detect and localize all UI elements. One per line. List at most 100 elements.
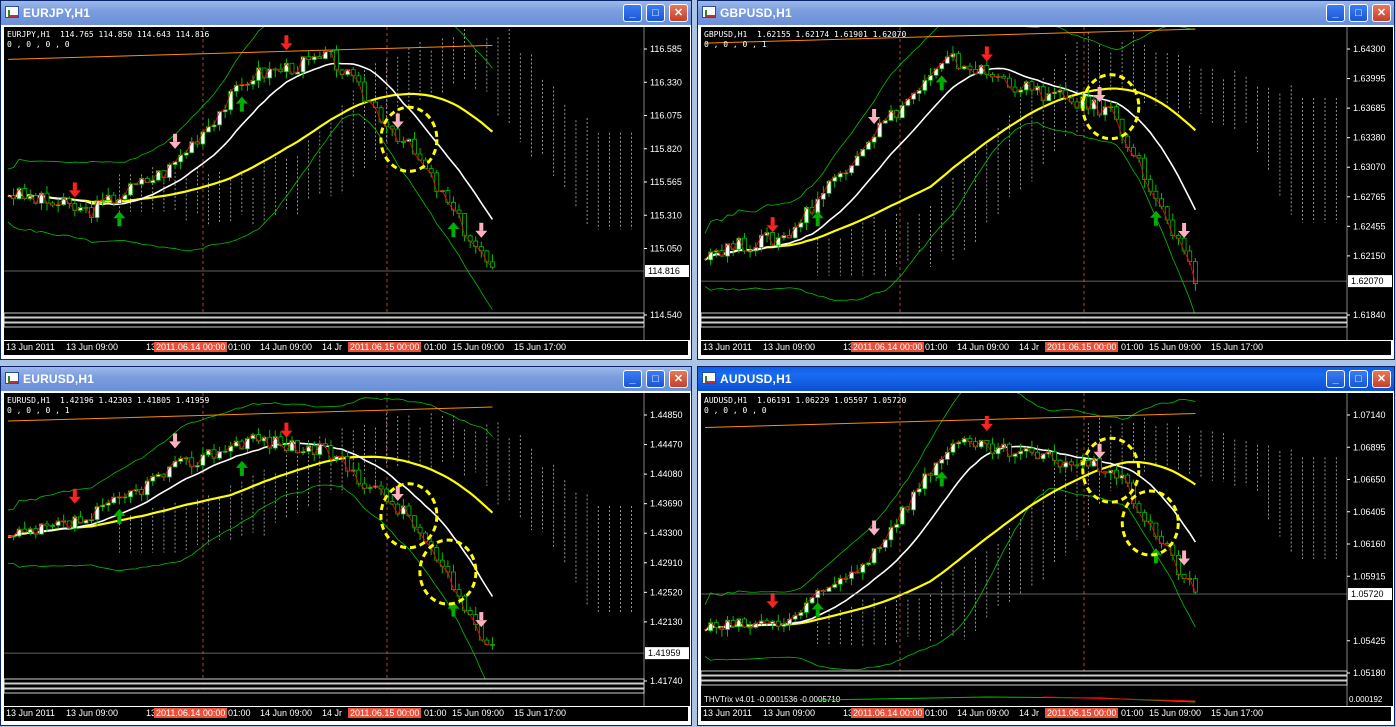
price-plot[interactable]: 1.07140 1.06895 1.06650 1.06405 1.06160 1.059… (701, 393, 1393, 706)
candle-body (1192, 578, 1198, 593)
time-label: 01:00 (1121, 708, 1144, 718)
candle-body (1125, 474, 1131, 484)
candle-body (1006, 443, 1012, 457)
time-label: 01:00 (925, 708, 948, 718)
chart-area[interactable]: 116.585 116.330 116.075 115.820 115.565 115.3… (4, 27, 690, 340)
chart-area[interactable]: 1.64300 1.63995 1.63685 1.63380 1.63070 1.627… (701, 27, 1393, 340)
candle-body (300, 56, 306, 73)
close-button[interactable]: ✕ (669, 370, 688, 388)
candle-body (356, 469, 362, 485)
chart-window-gbpusd[interactable]: GBPUSD,H1 _ □ ✕ 1.64300 1.63995 1.63685 1.6… (697, 0, 1395, 360)
time-label: 01:00 (228, 342, 251, 352)
maximize-button[interactable]: □ (1349, 370, 1368, 388)
candle-body (350, 69, 356, 77)
candle-body (423, 532, 429, 543)
sub-window-separator (701, 312, 1348, 318)
candle-body (1023, 81, 1029, 91)
window-title: EURJPY,H1 (23, 6, 91, 20)
title-bar[interactable]: AUDUSD,H1 _ □ ✕ (698, 367, 1394, 391)
price-plot[interactable]: 116.585 116.330 116.075 115.820 115.565 115.3… (4, 27, 690, 340)
maximize-button[interactable]: □ (1349, 4, 1368, 22)
time-label: 14 Jr (322, 342, 343, 352)
time-axis: 13 Jun 201113 Jun 09:0013 Ju2011.06.14 0… (701, 707, 1391, 721)
candle-body (1006, 77, 1012, 88)
price-label: 1.44470 (650, 440, 683, 450)
close-button[interactable]: ✕ (1372, 370, 1391, 388)
candle-body (849, 571, 854, 579)
time-label: 01:00 (424, 708, 447, 718)
minimize-button[interactable]: _ (623, 370, 642, 388)
candle-body (804, 602, 809, 613)
time-label: 13 Jun 09:00 (66, 708, 119, 718)
indicator-values: 0 , 0 , 0 , 0 (704, 406, 767, 415)
chart-window-icon (702, 372, 716, 384)
time-label: 01:00 (925, 342, 948, 352)
title-bar[interactable]: GBPUSD,H1 _ □ ✕ (698, 1, 1394, 25)
ichimoku-cloud (817, 417, 1337, 647)
sell-arrow-icon (475, 222, 488, 238)
time-label: 2011.06.14 00:00 (154, 342, 228, 352)
candle-body (866, 141, 871, 150)
indicator-values: 0 , 0 , 0 , 1 (704, 40, 767, 49)
time-label: 01:00 (228, 708, 251, 718)
time-label: 14 Jr (1019, 342, 1040, 352)
candle-body (412, 138, 417, 155)
candle-body (792, 226, 798, 239)
candle-body (462, 213, 467, 237)
maximize-button[interactable]: □ (646, 4, 665, 22)
candle-body (899, 105, 905, 119)
candle-body (345, 456, 351, 472)
price-label: 1.62150 (1353, 251, 1386, 261)
close-button[interactable]: ✕ (669, 4, 688, 22)
trix-signal-line (1043, 696, 1196, 702)
candle-body (1102, 106, 1108, 116)
sub-window-separator (701, 317, 1348, 323)
chart-area[interactable]: 1.44850 1.44470 1.44080 1.43690 1.43300 1.429… (4, 393, 690, 706)
minimize-button[interactable]: _ (623, 4, 642, 22)
chart-window-eurjpy[interactable]: EURJPY,H1 _ □ ✕ 116.585 116.330 116.075 115… (0, 0, 692, 360)
price-plot[interactable]: 1.64300 1.63995 1.63685 1.63380 1.63070 1.627… (701, 27, 1393, 340)
buy-arrow-icon (447, 222, 460, 238)
candle-body (200, 454, 206, 466)
sell-arrow-icon (980, 46, 993, 62)
price-label: 1.62765 (1353, 192, 1386, 202)
window-title: EURUSD,H1 (23, 372, 95, 386)
candle-body (144, 480, 150, 496)
buy-arrow-icon (1149, 210, 1162, 226)
candle-body (860, 148, 866, 157)
chart-window-icon (702, 6, 716, 18)
current-price-label: 1.62070 (1351, 276, 1384, 286)
candle-body (736, 618, 742, 628)
chart-window-eurusd[interactable]: EURUSD,H1 _ □ ✕ 1.44850 1.44470 1.44080 1.4… (0, 366, 692, 726)
chart-window-audusd[interactable]: AUDUSD,H1 _ □ ✕ 1.07140 1.06895 1.06650 1.0… (697, 366, 1395, 726)
time-label: 15 Jun 09:00 (1149, 708, 1202, 718)
ichimoku-cloud (817, 32, 1337, 276)
candle-body (284, 62, 289, 73)
candle-body (736, 237, 742, 250)
price-label: 116.330 (650, 77, 682, 87)
time-label: 13 Jun 2011 (6, 708, 55, 718)
price-label: 1.05180 (1353, 668, 1386, 678)
indicator-values: 0 , 0 , 0 , 1 (7, 406, 70, 415)
candle-body (406, 505, 412, 517)
title-bar[interactable]: EURJPY,H1 _ □ ✕ (1, 1, 691, 25)
minimize-button[interactable]: _ (1326, 4, 1345, 22)
price-plot[interactable]: 1.44850 1.44470 1.44080 1.43690 1.43300 1.429… (4, 393, 690, 706)
title-bar[interactable]: EURUSD,H1 _ □ ✕ (1, 367, 691, 391)
time-axis: 13 Jun 201113 Jun 09:0013 Ju2011.06.14 0… (701, 341, 1391, 355)
minimize-button[interactable]: _ (1326, 370, 1345, 388)
candle-body (1147, 179, 1153, 192)
candle-body (400, 505, 406, 515)
close-button[interactable]: ✕ (1372, 4, 1391, 22)
sub-window-separator (4, 322, 645, 328)
candle-body (837, 577, 843, 585)
candle-body (434, 547, 440, 561)
chart-area[interactable]: 1.07140 1.06895 1.06650 1.06405 1.06160 1.059… (701, 393, 1393, 706)
candle-body (742, 237, 747, 252)
maximize-button[interactable]: □ (646, 370, 665, 388)
candle-body (1181, 237, 1187, 252)
candle-body (1142, 512, 1148, 522)
candle-body (888, 527, 894, 541)
sub-window-separator (701, 675, 1348, 681)
price-label: 1.42130 (650, 617, 683, 627)
